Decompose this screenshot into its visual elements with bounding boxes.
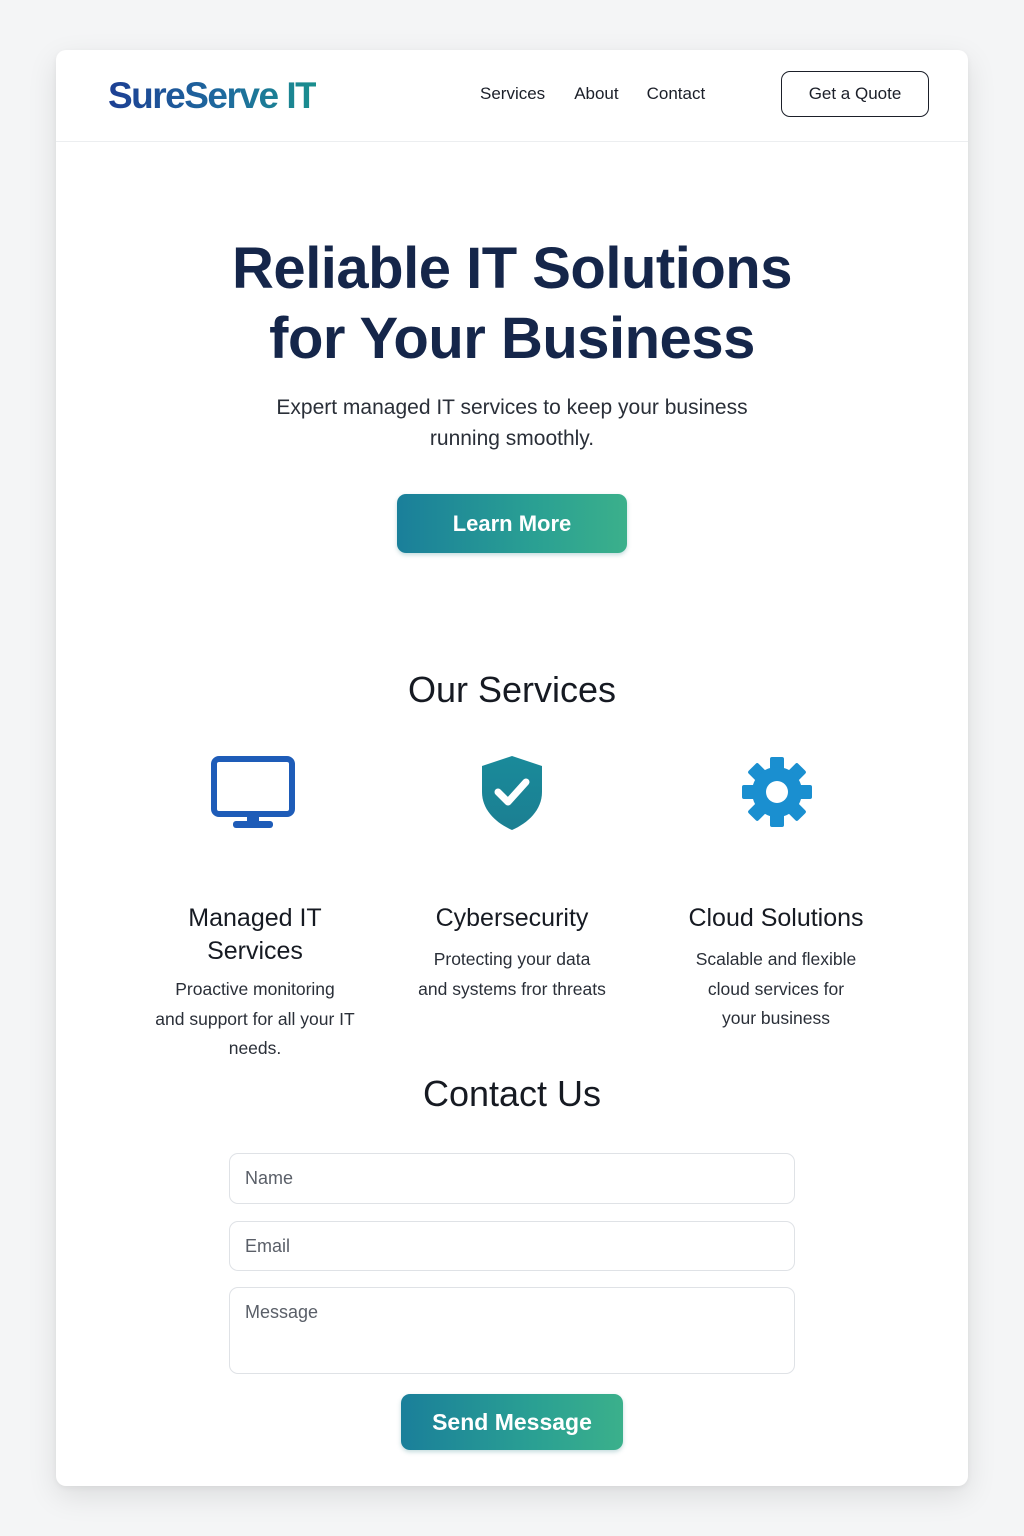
name-input[interactable] [229,1153,795,1204]
page-card: SureServe IT Services About Contact Get … [56,50,968,1486]
service-desc-line: Protecting your data [433,949,591,969]
learn-more-button[interactable]: Learn More [397,494,627,553]
service-title-line-1: Cloud Solutions [688,904,864,932]
service-title-line-2: Services [207,937,303,965]
nav-link-contact[interactable]: Contact [647,82,706,106]
service-desc-line: needs. [228,1038,282,1058]
nav-link-about[interactable]: About [574,82,618,106]
shield-check-icon [482,756,542,830]
site-logo[interactable]: SureServe IT [108,74,318,118]
service-desc-line: and support for all your IT [155,1008,355,1029]
nav-link-services[interactable]: Services [480,82,545,106]
service-desc-line: Proactive monitoring [175,979,335,999]
service-title-line-1: Managed IT [188,904,322,932]
hero-title-line-1: Reliable IT Solutions [232,236,792,301]
hero-subtitle: Expert managed IT services to keep your … [276,396,748,450]
hero-title-line-2: for Your Business [269,306,755,371]
services-section-title: Our Services [407,669,617,710]
main-nav: Services About Contact [480,82,705,106]
service-title: Managed IT Services [135,902,375,968]
service-description: Protecting your data and systems fror th… [392,945,632,1004]
contact-section-title: Contact Us [422,1073,602,1114]
service-title-line-1: Cybersecurity [435,904,589,932]
service-title: Cloud Solutions [656,902,896,935]
service-desc-line: and systems fror threats [418,978,606,999]
service-desc-line: your business [722,1008,830,1028]
gear-icon [742,757,812,827]
hero-title: Reliable IT Solutions for Your Business [56,234,968,374]
send-message-button[interactable]: Send Message [401,1394,623,1450]
service-title: Cybersecurity [392,902,632,935]
get-quote-button[interactable]: Get a Quote [781,71,929,117]
monitor-icon [211,756,295,828]
site-header: SureServe IT Services About Contact Get … [56,50,968,142]
service-desc-line: cloud services for [707,978,845,999]
email-input[interactable] [229,1221,795,1271]
service-description: Proactive monitoring and support for all… [135,975,375,1064]
message-textarea[interactable] [229,1287,795,1374]
service-description: Scalable and flexible cloud services for… [656,945,896,1034]
service-desc-line: Scalable and flexible [695,949,857,969]
